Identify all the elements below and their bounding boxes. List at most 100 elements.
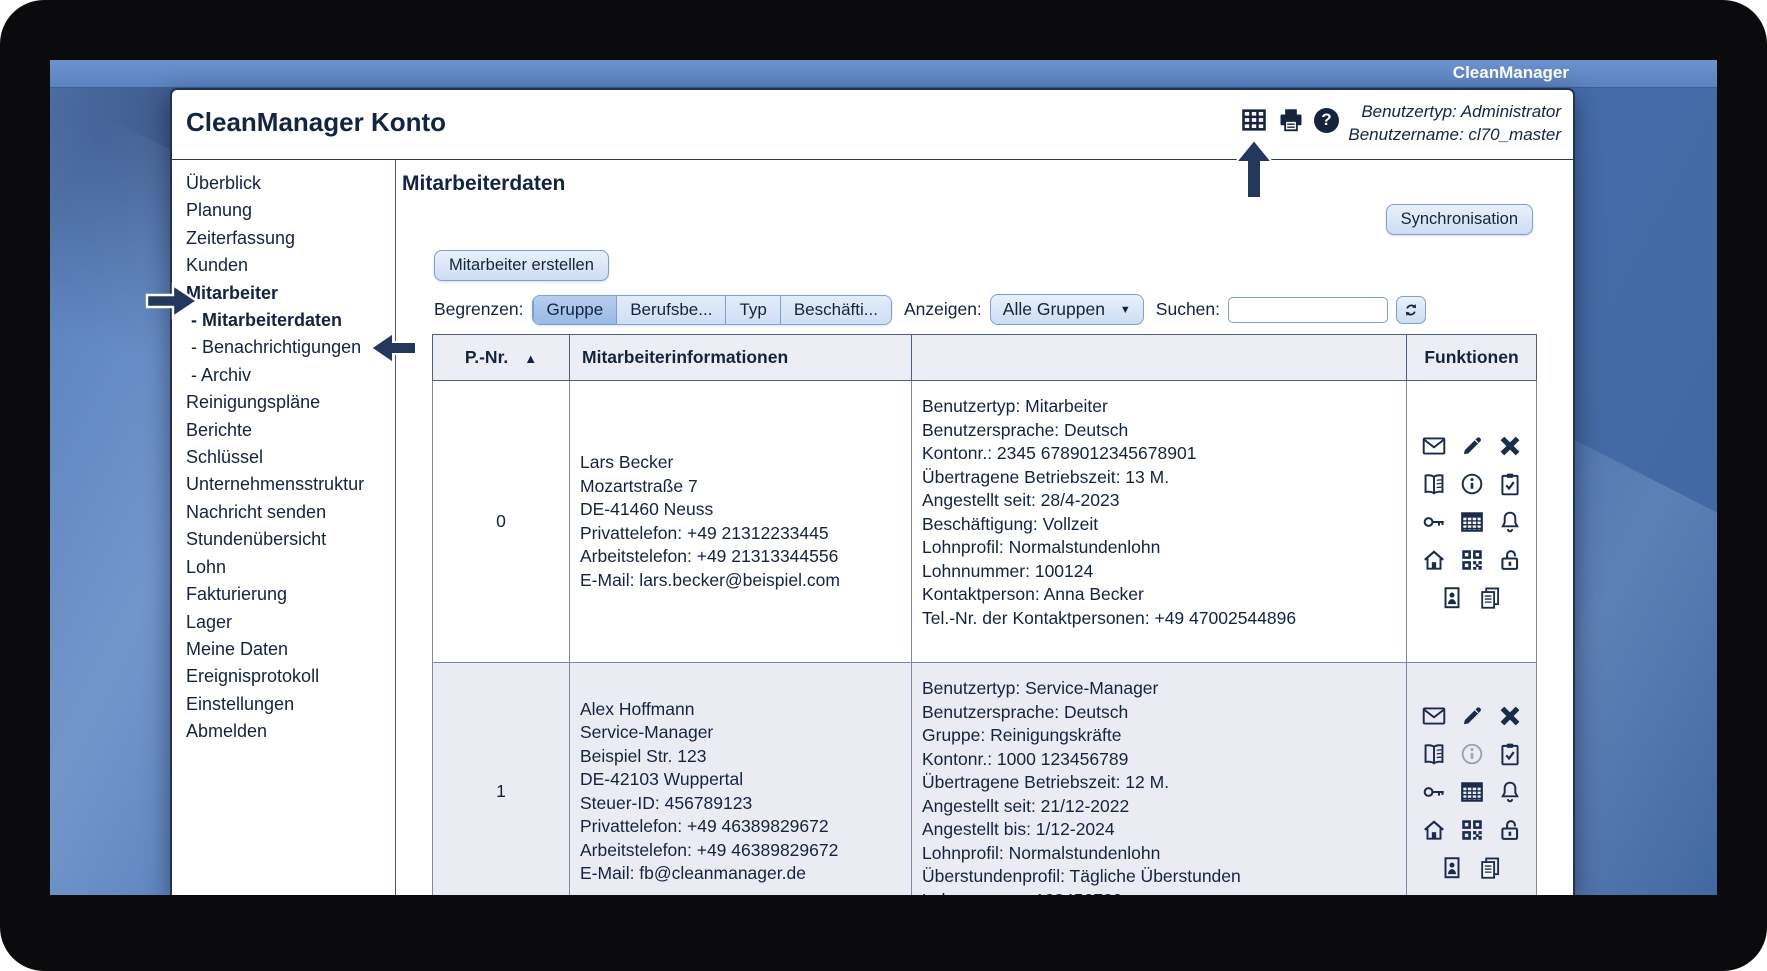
sidebar-item[interactable]: - Archiv (186, 362, 395, 389)
employee-table: P.-Nr. ▲ Mitarbeiterinformationen Funktio… (432, 334, 1537, 895)
schedule-icon[interactable] (1459, 509, 1485, 535)
photo-icon[interactable] (1439, 585, 1465, 611)
delete-icon[interactable] (1497, 703, 1523, 729)
sidebar-item[interactable]: Nachricht senden (186, 499, 395, 526)
user-type-label: Benutzertyp: Administrator (1361, 102, 1561, 121)
sidebar-item[interactable]: Abmelden (186, 718, 395, 745)
detail-line: Benutzertyp: Service-Manager (922, 678, 1159, 698)
pnr-header-label: P.-Nr. (464, 347, 509, 367)
create-employee-button[interactable]: Mitarbeiter erstellen (434, 250, 609, 281)
unlock-icon[interactable] (1497, 817, 1523, 843)
detail-line: Kontonr.: 1000 123456789 (922, 748, 1129, 769)
group-dropdown[interactable]: Alle Gruppen ▼ (989, 294, 1144, 325)
photo-icon[interactable] (1439, 855, 1465, 881)
schedule-icon[interactable] (1459, 779, 1485, 805)
unlock-icon[interactable] (1497, 547, 1523, 573)
print-icon[interactable] (1277, 106, 1305, 134)
sidebar-item[interactable]: Reinigungspläne (186, 389, 395, 416)
filter-segment-button[interactable]: Typ (725, 295, 780, 324)
tasks-icon[interactable] (1497, 471, 1523, 497)
detail-line: Angestellt seit: 28/4-2023 (922, 490, 1120, 510)
sidebar-item[interactable]: Ereignisprotokoll (186, 663, 395, 690)
refresh-button[interactable] (1396, 295, 1427, 324)
copy-icon[interactable] (1477, 855, 1503, 881)
info-line: Alex Hoffmann (580, 698, 695, 719)
ledger-icon[interactable] (1421, 741, 1447, 767)
home-icon[interactable] (1421, 547, 1447, 573)
pnr-cell: 1 (432, 662, 570, 895)
edit-icon[interactable] (1459, 703, 1485, 729)
key-icon[interactable] (1421, 509, 1447, 535)
brand-label: CleanManager (1452, 63, 1569, 82)
search-input[interactable] (1228, 296, 1389, 323)
sidebar-item[interactable]: - Benachrichtigungen (186, 334, 395, 361)
bell-icon[interactable] (1497, 779, 1523, 805)
filter-segment-button[interactable]: Beschäfti... (779, 295, 891, 324)
info-line: Privattelefon: +49 21312233445 (580, 522, 829, 543)
page-heading: Mitarbeiterdaten (402, 172, 566, 195)
table-view-icon[interactable] (1240, 106, 1268, 134)
tasks-icon[interactable] (1497, 741, 1523, 767)
detail-line: Benutzersprache: Deutsch (922, 419, 1129, 440)
sidebar-item[interactable]: Mitarbeiter (186, 280, 395, 307)
sidebar: Überblick Planung Zeiterfassung Kunden M… (172, 160, 396, 895)
filter-toolbar: Begrenzen: Gruppe Berufsbe... Typ Beschä… (434, 294, 1427, 325)
copy-icon[interactable] (1477, 585, 1503, 611)
help-icon[interactable]: ? (1314, 107, 1339, 133)
home-icon[interactable] (1421, 817, 1447, 843)
qr-icon[interactable] (1459, 547, 1485, 573)
sort-asc-icon[interactable]: ▲ (524, 351, 537, 366)
detail-line: Kontaktperson: Anna Becker (922, 584, 1144, 604)
sidebar-item[interactable]: Überblick (186, 170, 395, 197)
detail-line: Überstundenprofil: Tägliche Überstunden (922, 866, 1241, 886)
detail-line: Übertragene Betriebszeit: 12 M. (922, 772, 1170, 792)
delete-icon[interactable] (1497, 433, 1523, 459)
sidebar-item[interactable]: Lager (186, 609, 395, 636)
info-line: Service-Manager (580, 722, 714, 742)
sidebar-item[interactable]: Stundenübersicht (186, 526, 395, 553)
arrow-left-annotation-icon (369, 331, 417, 365)
info-line: DE-41460 Neuss (580, 499, 714, 519)
user-name-label: Benutzername: cl70_master (1348, 125, 1561, 144)
filter-segment-button[interactable]: Gruppe (532, 295, 617, 324)
limit-label: Begrenzen: (434, 299, 524, 319)
bell-icon[interactable] (1497, 509, 1523, 535)
header-icon-group: ? (1240, 106, 1339, 134)
sidebar-item[interactable]: Meine Daten (186, 636, 395, 663)
sidebar-item[interactable]: Kunden (186, 252, 395, 279)
sidebar-item[interactable]: Zeiterfassung (186, 225, 395, 252)
table-row: 0 Lars Becker Mozartstraße 7 DE-41460 Neus… (432, 380, 1537, 663)
mail-icon[interactable] (1421, 433, 1447, 459)
employee-info-cell: Alex Hoffmann Service-Manager Beispiel Str… (569, 662, 912, 895)
column-pnr: P.-Nr. ▲ (432, 334, 570, 381)
search-label: Suchen: (1155, 299, 1221, 319)
info-line: Privattelefon: +49 46389829672 (580, 816, 829, 836)
page-title: CleanManager Konto (186, 107, 447, 137)
qr-icon[interactable] (1459, 817, 1485, 843)
sidebar-item[interactable]: Berichte (186, 417, 395, 444)
info-icon[interactable] (1459, 741, 1485, 767)
detail-line: Benutzersprache: Deutsch (922, 701, 1129, 722)
detail-line: Angestellt bis: 1/12-2024 (922, 819, 1115, 839)
ledger-icon[interactable] (1421, 471, 1447, 497)
sidebar-item[interactable]: Einstellungen (186, 691, 395, 718)
sidebar-item[interactable]: Schlüssel (186, 444, 395, 471)
sidebar-item[interactable]: - Mitarbeiterdaten (186, 307, 395, 334)
detail-line: Benutzertyp: Mitarbeiter (922, 396, 1108, 416)
edit-icon[interactable] (1459, 433, 1485, 459)
sidebar-item[interactable]: Fakturierung (186, 581, 395, 608)
column-details (911, 334, 1407, 381)
desktop-background: CleanManager CleanManager Konto ? Benutz… (50, 60, 1717, 895)
pnr-cell: 0 (432, 380, 570, 663)
mail-icon[interactable] (1421, 703, 1447, 729)
info-icon[interactable] (1459, 471, 1485, 497)
sidebar-item[interactable]: Unternehmensstruktur (186, 471, 395, 498)
key-icon[interactable] (1421, 779, 1447, 805)
sidebar-item[interactable]: Lohn (186, 554, 395, 581)
detail-line: Tel.-Nr. der Kontaktpersonen: +49 470025… (922, 607, 1297, 628)
synchronisation-button[interactable]: Synchronisation (1385, 204, 1533, 235)
info-line: Beispiel Str. 123 (580, 745, 707, 766)
filter-segment-button[interactable]: Berufsbe... (616, 295, 726, 324)
functions-cell (1406, 662, 1537, 895)
sidebar-item[interactable]: Planung (186, 197, 395, 224)
